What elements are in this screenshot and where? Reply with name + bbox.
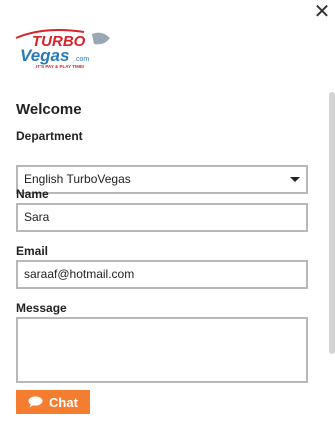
svg-text:IT'S PAY & PLAY TIME!: IT'S PAY & PLAY TIME! (36, 64, 85, 69)
department-label: Department (16, 129, 83, 143)
close-icon[interactable]: ✕ (313, 1, 331, 21)
chat-button-label: Chat (49, 394, 78, 410)
message-textarea[interactable] (16, 317, 308, 383)
chat-button[interactable]: Chat (16, 390, 90, 414)
email-label: Email (16, 244, 49, 258)
svg-text:.com: .com (74, 56, 89, 63)
department-select[interactable]: English TurboVegas (16, 165, 308, 194)
department-value: English TurboVegas (24, 172, 131, 186)
scrollbar[interactable] (329, 92, 335, 354)
car-icon (92, 32, 110, 45)
name-field[interactable]: Sara (16, 203, 308, 232)
message-label: Message (16, 301, 67, 315)
welcome-heading: Welcome (16, 101, 82, 118)
chat-bubble-icon (28, 396, 43, 408)
chat-form: Welcome Department English TurboVegas Na… (16, 101, 308, 383)
email-field[interactable]: saraaf@hotmail.com (16, 260, 308, 289)
svg-text:Vegas: Vegas (20, 46, 69, 65)
chevron-down-icon (290, 177, 300, 182)
turbovegas-logo: TURBO Vegas .com IT'S PAY & PLAY TIME! (15, 29, 110, 69)
name-label: Name (16, 187, 49, 201)
